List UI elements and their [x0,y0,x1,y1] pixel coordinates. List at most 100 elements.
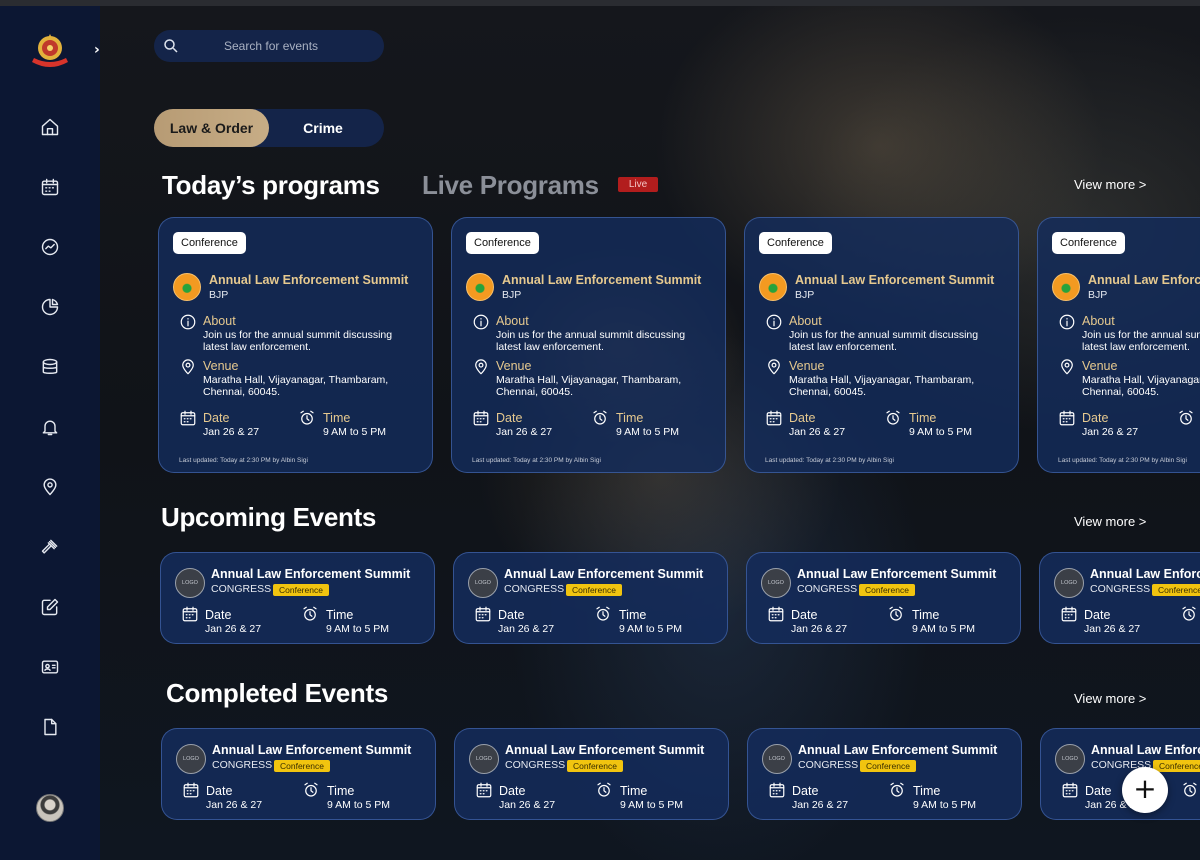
info-icon [472,313,490,331]
time-value: 9 AM to 5 PM [327,799,391,811]
document-icon[interactable] [39,716,61,738]
time-value: 9 AM to 5 PM [323,426,387,438]
location-pin-icon [179,358,197,376]
time-label: Time [912,608,940,622]
date-label: Date [498,608,525,622]
sidebar-expand-chevron-icon[interactable]: › [94,42,100,58]
alarm-clock-icon [298,409,316,427]
date-value: Jan 26 & 27 [789,426,846,438]
alarm-clock-icon [1177,409,1195,427]
about-text-line2: latest law enforcement. [789,341,897,353]
event-organizer: CONGRESS [797,583,858,595]
view-more-upcoming-link[interactable]: View more > [1074,514,1146,529]
category-tag: Conference [860,760,916,772]
event-organizer: BJP [209,289,229,301]
category-tag: Conference [466,232,539,254]
party-logo-icon [173,273,201,301]
date-value: Jan 26 & 27 [1084,623,1141,635]
program-card[interactable]: Conference Annual Law Enforcement Summit… [1037,217,1200,473]
program-card[interactable]: Conference Annual Law Enforcement Summit… [158,217,433,473]
alarm-clock-icon [594,605,612,623]
party-logo-icon [759,273,787,301]
date-label: Date [206,784,233,798]
calendar-icon[interactable] [39,176,61,198]
event-card[interactable]: LOGO Annual Law Enforcement Summit CONGR… [747,728,1022,820]
search-input[interactable] [224,39,374,53]
info-icon [1058,313,1076,331]
time-label: Time [323,411,351,425]
date-label: Date [789,411,816,425]
view-more-completed-link[interactable]: View more > [1074,691,1146,706]
home-icon[interactable] [39,116,61,138]
pie-chart-icon[interactable] [39,296,61,318]
event-organizer: CONGRESS [212,759,273,771]
category-tag: Conference [274,760,330,772]
about-text-line2: latest law enforcement. [496,341,604,353]
analytics-icon[interactable] [39,236,61,258]
toggle-crime[interactable]: Crime [269,109,377,147]
venue-label: Venue [1082,359,1118,373]
about-text-line2: latest law enforcement. [1082,341,1190,353]
database-icon[interactable] [39,356,61,378]
venue-text-line2: Chennai, 60045. [496,386,574,398]
category-tag: Conference [173,232,246,254]
about-label: About [496,314,529,328]
bell-icon[interactable] [39,416,61,438]
event-card[interactable]: LOGO Annual Law Enforcement Summit CONGR… [454,728,729,820]
alarm-clock-icon [591,409,609,427]
category-tag: Conference [1152,584,1200,596]
event-title: Annual Law Enforcement Summit [797,567,997,581]
date-value: Jan 26 & 27 [203,426,260,438]
add-event-button[interactable]: + [1122,767,1168,813]
date-label: Date [499,784,526,798]
section-title-upcoming: Upcoming Events [161,502,377,532]
event-card[interactable]: LOGO Annual Law Enforcement Summit CONGR… [453,552,728,644]
date-label: Date [203,411,230,425]
category-toggle: Law & Order Crime [154,109,384,147]
venue-label: Venue [789,359,825,373]
info-icon [179,313,197,331]
venue-text-line1: Maratha Hall, Vijayanagar, Thambaram, [1082,374,1200,386]
toggle-law-and-order[interactable]: Law & Order [154,109,269,147]
party-logo-icon [1052,273,1080,301]
event-organizer: BJP [502,289,522,301]
date-value: Jan 26 & 27 [792,799,849,811]
view-more-today-link[interactable]: View more > [1074,177,1146,192]
live-badge: Live [618,177,658,192]
event-title: Annual Law Enforcement Summit [505,743,705,757]
alarm-clock-icon [887,605,905,623]
organization-logo: LOGO [175,568,205,598]
category-tag: Conference [566,584,622,596]
program-card[interactable]: Conference Annual Law Enforcement Summit… [744,217,1019,473]
location-icon[interactable] [39,476,61,498]
program-card[interactable]: Conference Annual Law Enforcement Summit… [451,217,726,473]
event-card[interactable]: LOGO Annual Law Enforcement Summit CONGR… [1040,728,1200,820]
police-emblem-logo[interactable] [26,26,74,74]
event-card[interactable]: LOGO Annual Law Enforcement Summit CONGR… [160,552,435,644]
event-title: Annual Law Enforcement Summit [795,273,995,287]
user-avatar[interactable] [36,794,64,822]
id-card-icon[interactable] [39,656,61,678]
event-title: Annual Law Enforcement Summit [1088,273,1200,287]
event-card[interactable]: LOGO Annual Law Enforcement Summit CONGR… [746,552,1021,644]
category-tag: Conference [567,760,623,772]
venue-label: Venue [496,359,532,373]
category-tag: Conference [759,232,832,254]
date-label: Date [791,608,818,622]
gavel-icon[interactable] [39,536,61,558]
event-card[interactable]: LOGO Annual Law Enforcement Summit CONGR… [161,728,436,820]
time-label: Time [909,411,937,425]
venue-text-line2: Chennai, 60045. [203,386,281,398]
search-bar[interactable] [154,30,384,62]
tab-live-programs[interactable]: Live Programs [422,170,599,201]
calendar-icon [179,409,197,427]
calendar-icon [1061,781,1079,799]
organization-logo: LOGO [176,744,206,774]
event-card[interactable]: LOGO Annual Law Enforcement Summit CONGR… [1039,552,1200,644]
calendar-icon [767,605,785,623]
alarm-clock-icon [302,781,320,799]
about-text-line1: Join us for the annual summit discussing [1082,329,1200,341]
calendar-icon [181,605,199,623]
edit-icon[interactable] [39,596,61,618]
date-label: Date [205,608,232,622]
